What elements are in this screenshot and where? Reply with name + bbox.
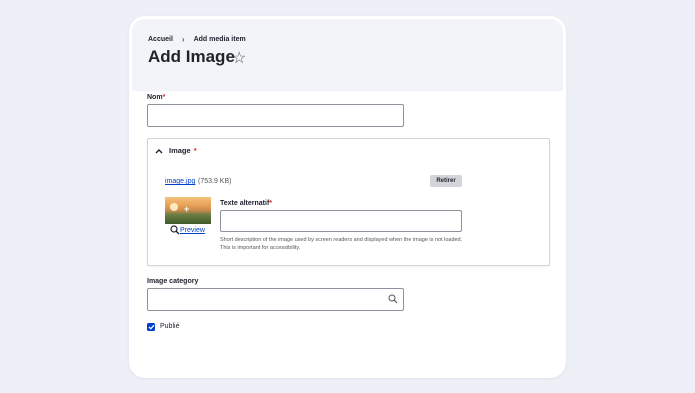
name-input[interactable] <box>147 104 404 127</box>
preview-label: Preview <box>180 226 205 234</box>
alt-text-label: Texte alternatif* <box>220 200 272 207</box>
required-marker: * <box>269 200 273 207</box>
breadcrumb-home-link[interactable]: Accueil <box>148 36 173 43</box>
file-size: (753.9 KB) <box>198 178 232 185</box>
search-icon <box>388 294 398 304</box>
alt-label-text: Texte alternatif <box>220 200 270 207</box>
category-autocomplete-input[interactable] <box>147 288 404 311</box>
check-icon <box>148 324 154 330</box>
thumbnail-sun <box>170 203 178 211</box>
form-card: Accueil › Add media item Add Image ☆ Nom… <box>129 16 566 378</box>
published-label[interactable]: Publié <box>160 323 179 330</box>
plus-icon: + <box>184 204 190 214</box>
image-details-panel: Image * image.jpg (753.9 KB) Retirer + P… <box>147 138 550 266</box>
required-marker: * <box>193 146 197 155</box>
magnifier-icon <box>170 225 180 235</box>
remove-button[interactable]: Retirer <box>430 175 462 187</box>
thumbnail-image[interactable]: + <box>165 197 211 224</box>
image-details-summary[interactable]: Image * <box>155 146 197 155</box>
alt-text-help: Short description of the image used by s… <box>220 237 463 251</box>
breadcrumb: Accueil › Add media item <box>148 35 246 44</box>
page-header: Accueil › Add media item Add Image ☆ <box>132 19 563 91</box>
category-label: Image category <box>147 278 199 285</box>
name-label-text: Nom <box>147 94 163 101</box>
file-link[interactable]: image.jpg <box>165 178 195 185</box>
alt-text-input[interactable] <box>220 210 462 232</box>
required-marker: * <box>162 94 166 101</box>
image-summary-label: Image <box>169 146 191 155</box>
breadcrumb-separator: › <box>181 35 185 44</box>
name-field-label: Nom* <box>147 94 165 101</box>
published-checkbox[interactable] <box>147 323 155 331</box>
breadcrumb-current: Add media item <box>193 36 246 43</box>
page-title: Add Image <box>148 47 235 66</box>
star-icon[interactable]: ☆ <box>232 48 246 68</box>
image-thumbnail: + Preview <box>165 197 211 237</box>
chevron-up-icon <box>155 148 165 154</box>
preview-link[interactable]: Preview <box>170 225 205 235</box>
